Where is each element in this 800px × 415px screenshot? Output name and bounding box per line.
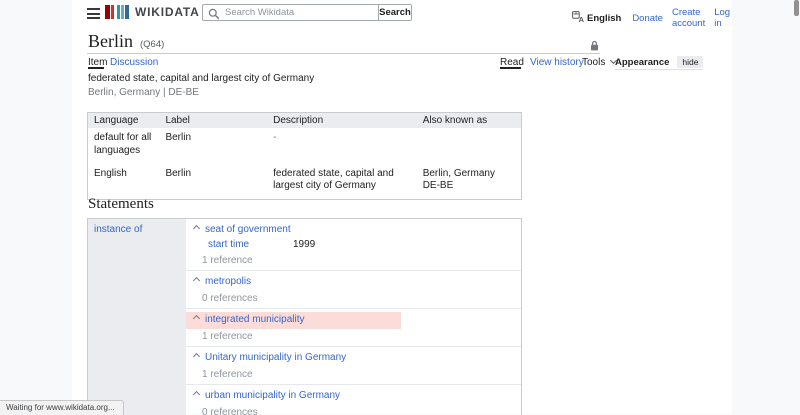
page-title: Berlin (Q64): [88, 31, 164, 52]
highlighted-statement-value: integrated municipality: [186, 312, 401, 329]
title-divider: [87, 53, 600, 54]
search-box: Search: [202, 4, 412, 21]
cell-also-known-as: Berlin, Germany DE-BE: [422, 167, 495, 192]
statement: integrated municipality 1 reference: [186, 309, 521, 347]
cell-language: English: [94, 167, 127, 179]
language-selector[interactable]: English: [587, 13, 621, 24]
appearance-hide-button[interactable]: hide: [677, 56, 704, 68]
property-cell: instance of: [88, 219, 186, 415]
wikidata-logo-bars: [105, 5, 129, 19]
search-button[interactable]: Search: [378, 4, 412, 21]
rank-icon[interactable]: [192, 314, 201, 323]
qualifier-value: 1999: [293, 239, 316, 250]
user-links: A English Donate Create account Log in: [572, 7, 739, 29]
language-icon: A: [572, 11, 585, 25]
svg-text:A: A: [579, 15, 584, 22]
entity-title: Berlin: [88, 31, 133, 51]
col-also-known-as: Also known as: [416, 112, 522, 128]
tab-item-underline: [88, 67, 104, 69]
col-description: Description: [267, 112, 417, 128]
qualifier-property-link[interactable]: start time: [208, 239, 293, 250]
statements-group: instance of seat of government start tim…: [87, 218, 522, 415]
appearance-label: Appearance: [615, 57, 670, 68]
references-toggle[interactable]: 1 reference: [186, 369, 521, 382]
qualifier-row: start time 1999: [186, 239, 521, 253]
appearance-divider: [615, 69, 703, 70]
statement-value-link[interactable]: integrated municipality: [205, 314, 305, 325]
tab-discussion[interactable]: Discussion: [110, 57, 158, 68]
log-in-link[interactable]: Log in: [714, 7, 730, 29]
cell-label: Berlin: [165, 167, 192, 179]
scrollbar-thumb[interactable]: [794, 0, 799, 16]
col-label: Label: [159, 112, 268, 128]
tab-view-history[interactable]: View history: [530, 57, 584, 68]
search-input[interactable]: [202, 4, 378, 21]
cell-description: federated state, capital and largest cit…: [273, 167, 394, 192]
rank-icon[interactable]: [192, 224, 201, 233]
search-icon: [208, 7, 220, 25]
col-language: Language: [87, 112, 160, 128]
create-account-link[interactable]: Create account: [672, 7, 705, 29]
references-toggle[interactable]: 1 reference: [186, 331, 521, 344]
cell-also-known-as: [417, 128, 522, 164]
table-row: English Berlin federated state, capital …: [88, 164, 522, 200]
references-toggle[interactable]: 0 references: [186, 293, 521, 306]
donate-link[interactable]: Donate: [632, 13, 663, 24]
entity-description: federated state, capital and largest cit…: [88, 73, 315, 84]
terms-table: Language Label Description Also known as…: [87, 112, 522, 201]
statement-value-link[interactable]: Unitary municipality in Germany: [205, 352, 346, 363]
entity-aliases: Berlin, Germany | DE-BE: [88, 87, 199, 98]
page-content: WIKIDATA Search A English Donate Create …: [72, 0, 732, 415]
claims-list: seat of government start time 1999 1 refe…: [186, 219, 521, 415]
property-link-instance-of[interactable]: instance of: [94, 224, 142, 235]
statement: Unitary municipality in Germany 1 refere…: [186, 347, 521, 385]
table-row: default for all languages Berlin -: [88, 128, 522, 164]
entity-id: (Q64): [140, 39, 165, 50]
references-toggle[interactable]: 1 reference: [186, 255, 521, 268]
cell-description: -: [273, 132, 277, 143]
browser-status-bubble: Waiting for www.wikidata.org...: [0, 400, 124, 415]
rank-icon[interactable]: [192, 276, 201, 285]
cell-label: Berlin: [165, 132, 192, 143]
tab-tools[interactable]: Tools: [582, 56, 618, 68]
rank-icon[interactable]: [192, 352, 201, 361]
appearance-panel: Appearance hide: [615, 56, 704, 68]
statement-value-link[interactable]: urban municipality in Germany: [205, 390, 340, 401]
statement-value-link[interactable]: metropolis: [205, 276, 251, 287]
statement: seat of government start time 1999 1 refe…: [186, 219, 521, 271]
statements-heading: Statements: [88, 196, 154, 212]
cell-language: default for all languages: [94, 132, 152, 156]
wikidata-logo-text: WIKIDATA: [135, 5, 200, 19]
terms-table-header-row: Language Label Description Also known as: [87, 112, 522, 128]
menu-icon[interactable]: [87, 8, 100, 19]
rank-icon[interactable]: [192, 390, 201, 399]
wikidata-logo[interactable]: WIKIDATA: [105, 5, 200, 19]
statement: metropolis 0 references: [186, 271, 521, 309]
statement: urban municipality in Germany 0 referenc…: [186, 385, 521, 415]
tab-read-underline: [500, 67, 521, 69]
statement-value-link[interactable]: seat of government: [205, 224, 291, 235]
